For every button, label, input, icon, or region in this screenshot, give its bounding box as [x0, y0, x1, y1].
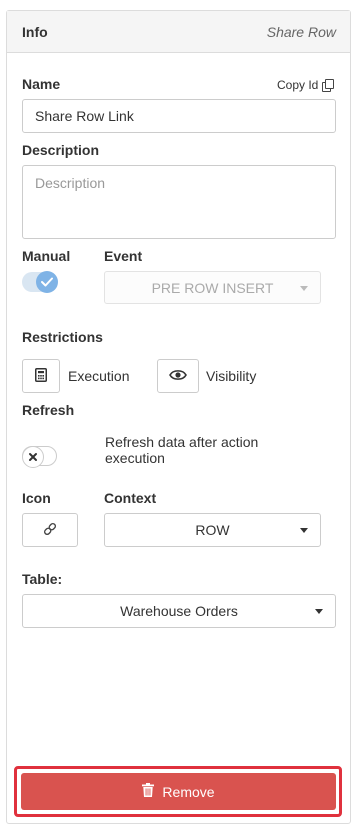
remove-label: Remove [162, 783, 215, 800]
event-select: PRE ROW INSERT [104, 271, 321, 304]
table-select-value: Warehouse Orders [120, 603, 238, 619]
copy-id-button[interactable]: Copy Id [277, 78, 335, 92]
manual-label: Manual [22, 248, 71, 264]
trash-icon [142, 783, 155, 800]
execution-button[interactable] [22, 359, 60, 393]
name-label: Name [22, 76, 61, 92]
icon-picker-button[interactable] [22, 513, 78, 547]
visibility-label: Visibility [206, 368, 257, 384]
chevron-down-icon [300, 528, 308, 533]
refresh-label: Refresh [22, 402, 75, 418]
description-label: Description [22, 142, 100, 158]
chevron-down-icon [315, 609, 323, 614]
name-input-value: Share Row Link [35, 108, 134, 124]
description-placeholder: Description [35, 175, 106, 191]
event-select-value: PRE ROW INSERT [151, 279, 274, 296]
table-select[interactable]: Warehouse Orders [22, 594, 336, 628]
copy-id-label: Copy Id [277, 78, 319, 92]
remove-button[interactable]: Remove [21, 773, 336, 810]
close-icon [22, 446, 44, 468]
panel-subtitle: Share Row [266, 23, 336, 40]
visibility-button[interactable] [157, 359, 199, 393]
execution-label: Execution [68, 368, 130, 384]
eye-icon [169, 368, 187, 384]
check-icon [36, 271, 58, 293]
name-input[interactable]: Share Row Link [22, 99, 336, 133]
restrictions-label: Restrictions [22, 329, 103, 345]
chevron-down-icon [300, 285, 308, 291]
context-label: Context [104, 490, 157, 506]
event-label: Event [104, 248, 143, 264]
refresh-toggle[interactable] [22, 446, 57, 468]
copy-icon [322, 79, 335, 92]
table-label: Table: [22, 571, 63, 587]
calculator-icon [35, 367, 47, 385]
context-select[interactable]: ROW [104, 513, 321, 547]
panel-header: Info Share Row [7, 11, 350, 53]
context-select-value: ROW [195, 522, 230, 538]
icon-label: Icon [22, 490, 51, 506]
refresh-description: Refresh data after action execution [105, 434, 259, 466]
link-icon [43, 522, 57, 539]
panel-title: Info [22, 23, 48, 40]
description-textarea[interactable]: Description [22, 165, 336, 239]
manual-toggle[interactable] [22, 271, 58, 293]
